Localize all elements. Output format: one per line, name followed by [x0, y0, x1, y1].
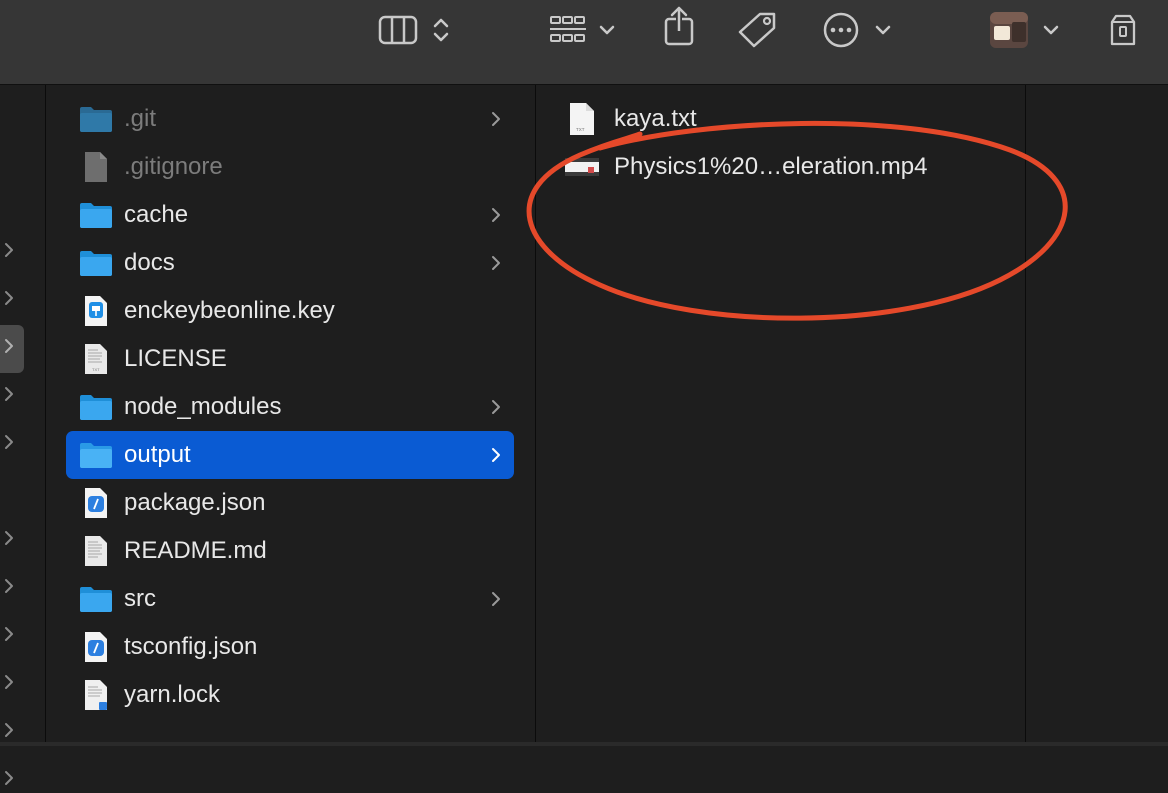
chevron-right-icon [2, 384, 16, 404]
group-icon [548, 13, 588, 52]
item-name: package.json [124, 489, 266, 516]
text-file-icon: TXT [76, 339, 116, 379]
json-file-icon [76, 627, 116, 667]
list-item-tsconfig-json[interactable]: tsconfig.json [66, 623, 514, 671]
item-name: yarn.lock [124, 681, 221, 708]
share-button[interactable] [662, 6, 696, 48]
chevron-right-icon [490, 397, 502, 417]
chevron-up-down-icon [430, 14, 452, 51]
item-name: README.md [124, 537, 267, 564]
json-file-icon [76, 483, 116, 523]
avatar [988, 10, 1030, 55]
txt-file-icon: TXT [560, 99, 604, 139]
item-name: LICENSE [124, 345, 227, 372]
folder-icon [76, 195, 116, 235]
list-item-git-folder[interactable]: .git [66, 95, 514, 143]
list-item-cache-folder[interactable]: cache [66, 191, 514, 239]
list-item-docs-folder[interactable]: docs [66, 239, 514, 287]
group-button[interactable] [548, 12, 616, 52]
folder-icon [76, 387, 116, 427]
item-name: .git [124, 105, 157, 132]
tag-button[interactable] [736, 12, 778, 52]
list-item-src-folder[interactable]: src [66, 575, 514, 623]
finder-toolbar [0, 0, 1168, 85]
chevron-right-icon [2, 432, 16, 452]
item-name: enckeybeonline.key [124, 297, 335, 324]
output-folder-column[interactable]: TXT kaya.txt Physics1%20…eleration.mp4 [536, 85, 1026, 746]
chevron-right-icon [490, 253, 502, 273]
keynote-file-icon [76, 291, 116, 331]
chevron-right-icon [490, 205, 502, 225]
column-view-icon [378, 14, 418, 51]
chevron-down-icon [598, 23, 616, 41]
folder-icon [76, 435, 116, 475]
chevron-down-icon [1042, 23, 1060, 41]
view-options-button[interactable] [430, 12, 452, 52]
account-button[interactable] [988, 10, 1060, 55]
share-icon [662, 5, 696, 52]
list-item-yarn-lock[interactable]: yarn.lock [66, 671, 514, 719]
chevron-right-icon [2, 624, 16, 644]
list-item-node-modules-folder[interactable]: node_modules [66, 383, 514, 431]
list-item-key-file[interactable]: enckeybeonline.key [66, 287, 514, 335]
chevron-right-icon [2, 288, 16, 308]
list-item-gitignore-file[interactable]: .gitignore [66, 143, 514, 191]
item-name: tsconfig.json [124, 633, 258, 660]
item-name: output [124, 441, 191, 468]
storage-button[interactable] [1108, 12, 1138, 52]
item-name: node_modules [124, 393, 282, 420]
chevron-right-icon [2, 576, 16, 596]
chevron-right-icon [2, 768, 16, 788]
chevron-down-icon [874, 23, 892, 41]
chevron-right-icon [2, 336, 16, 356]
list-item-license-file[interactable]: TXT LICENSE [66, 335, 514, 383]
list-item-kaya-txt[interactable]: TXT kaya.txt [560, 95, 697, 143]
folder-icon [76, 579, 116, 619]
column-view-button[interactable] [378, 12, 418, 52]
window-bottom-edge [0, 742, 1168, 746]
folder-icon [76, 99, 116, 139]
chevron-right-icon [2, 240, 16, 260]
tag-icon [736, 10, 778, 55]
chevron-right-icon [490, 589, 502, 609]
item-name: docs [124, 249, 175, 276]
more-actions-icon [822, 11, 860, 54]
chevron-right-icon [2, 672, 16, 692]
list-item-package-json[interactable]: package.json [66, 479, 514, 527]
item-name: cache [124, 201, 189, 228]
svg-text:TXT: TXT [576, 127, 585, 132]
generic-file-icon [76, 147, 116, 187]
storage-icon [1108, 12, 1138, 53]
text-file-icon [76, 531, 116, 571]
list-item-readme[interactable]: README.md [66, 527, 514, 575]
chevron-right-icon [490, 109, 502, 129]
folder-icon [76, 243, 116, 283]
item-name: src [124, 585, 156, 612]
list-item-physics-mp4[interactable]: Physics1%20…eleration.mp4 [560, 143, 928, 191]
video-file-icon [560, 147, 604, 187]
project-column[interactable]: .git .gitignore cache docs enckeybeonlin… [46, 85, 536, 746]
lock-file-icon [76, 675, 116, 715]
parent-column[interactable] [0, 85, 46, 785]
chevron-right-icon [490, 445, 502, 465]
chevron-right-icon [2, 720, 16, 740]
svg-text:TXT: TXT [92, 367, 100, 372]
chevron-right-icon [2, 528, 16, 548]
list-item-output-folder[interactable]: output [66, 431, 514, 479]
item-name: Physics1%20…eleration.mp4 [614, 153, 928, 180]
more-actions-button[interactable] [822, 12, 892, 52]
next-column [1026, 85, 1168, 746]
item-name: .gitignore [124, 153, 223, 180]
item-name: kaya.txt [614, 105, 697, 132]
